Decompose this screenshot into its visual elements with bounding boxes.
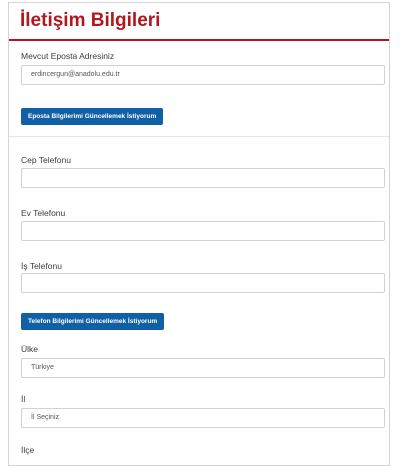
current-email-label: Mevcut Eposta Adresiniz xyxy=(21,51,115,61)
district-label: İlçe xyxy=(21,445,35,455)
section-divider xyxy=(9,136,389,137)
city-label: İl xyxy=(21,394,26,404)
mobile-phone-label: Cep Telefonu xyxy=(21,155,71,165)
home-phone-label: Ev Telefonu xyxy=(21,208,66,218)
work-phone-input[interactable] xyxy=(21,273,385,293)
work-phone-label: İş Telefonu xyxy=(21,261,62,271)
country-label: Ülke xyxy=(21,344,39,354)
mobile-phone-input[interactable] xyxy=(21,168,385,188)
home-phone-input[interactable] xyxy=(21,221,385,241)
country-select[interactable]: Türkiye xyxy=(21,358,385,378)
update-email-button[interactable]: Eposta Bilgilerimi Güncellemek İstiyorum xyxy=(21,108,164,125)
current-email-field[interactable]: erdincergun@anadolu.edu.tr xyxy=(21,65,385,85)
city-select[interactable]: İl Seçiniz xyxy=(21,408,385,428)
contact-info-panel: İletişim Bilgileri Mevcut Eposta Adresin… xyxy=(8,2,390,466)
page-title: İletişim Bilgileri xyxy=(9,3,389,41)
update-phone-button[interactable]: Telefon Bilgilerimi Güncellemek İstiyoru… xyxy=(21,313,165,330)
